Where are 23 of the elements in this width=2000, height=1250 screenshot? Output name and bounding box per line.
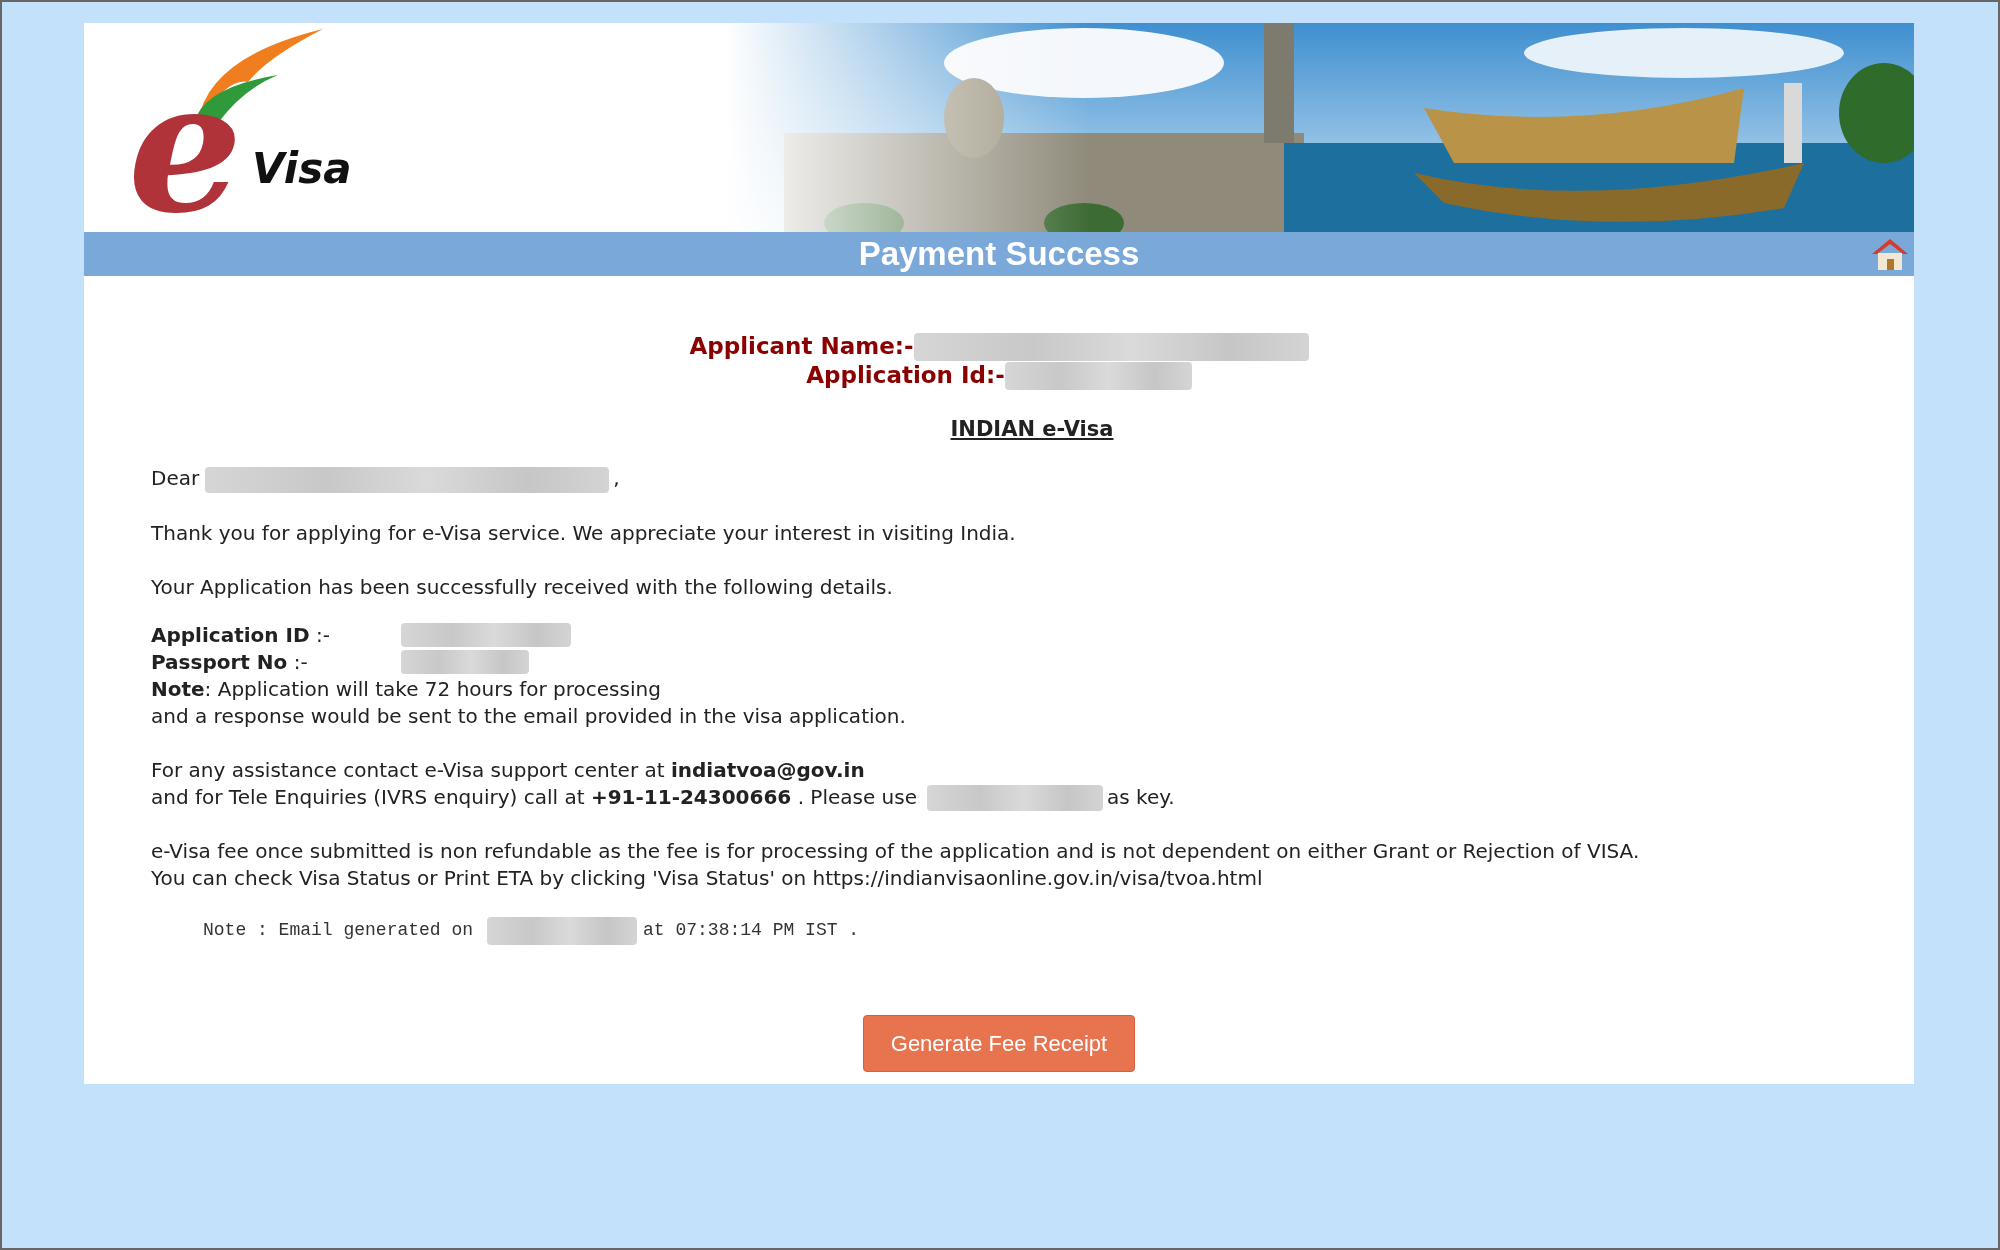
body-text: Thank you for applying for e-Visa service. We appreciate your interest in visiting India. bbox=[151, 519, 1017, 547]
page-title: Payment Success bbox=[858, 234, 1140, 274]
logo-letter: e bbox=[128, 82, 244, 212]
body-text: Your Application has been successfully received with the following details. bbox=[151, 573, 894, 601]
applicant-name-label: Applicant Name:- bbox=[689, 332, 914, 361]
detail-label: Passport No :- bbox=[151, 648, 309, 676]
greeting-comma: , bbox=[613, 465, 620, 493]
application-id-label: Application Id:- bbox=[806, 361, 1005, 390]
detail-label: Application ID :- bbox=[151, 621, 331, 649]
note-text: Note: Application will take 72 hours for processing bbox=[151, 675, 662, 703]
note-text: and a response would be sent to the email provided in the visa application. bbox=[151, 702, 907, 730]
contact-text: as key. bbox=[1107, 783, 1175, 811]
email-note-text: Note : Email generated on bbox=[203, 919, 474, 942]
contact-text: and for Tele Enquiries (IVRS enquiry) call at +91-11-24300666 . Please use bbox=[151, 783, 917, 811]
logo-text: Visa bbox=[252, 145, 352, 193]
email-note-text: at 07:38:14 PM IST . bbox=[643, 919, 860, 942]
generate-receipt-button[interactable]: Generate Fee Receipt bbox=[863, 1015, 1135, 1072]
fee-text: You can check Visa Status or Print ETA by clicking 'Visa Status' on https://indianvisaonline.gov.in/visa/tvoa.html bbox=[151, 865, 1264, 892]
fee-text: e-Visa fee once submitted is non refundable as the fee is for processing of the application and is not dependent on either Grant or Rejection of VISA. bbox=[151, 838, 1641, 865]
section-heading: INDIAN e-Visa bbox=[950, 416, 1114, 443]
contact-text: For any assistance contact e-Visa support center at indiatvoa@gov.in bbox=[151, 756, 866, 784]
home-icon[interactable] bbox=[1870, 236, 1910, 272]
greeting-text: Dear bbox=[151, 465, 200, 493]
